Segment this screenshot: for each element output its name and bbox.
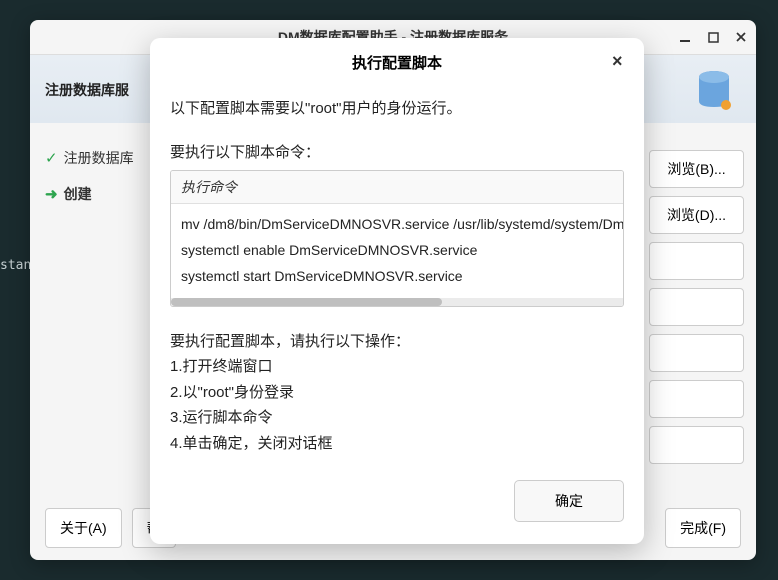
instruction-step: 3.运行脚本命令 <box>170 405 624 431</box>
browse-b-button[interactable]: 浏览(B)... <box>649 150 744 188</box>
close-icon[interactable]: × <box>612 52 630 70</box>
instructions-label: 要执行配置脚本，请执行以下操作： <box>170 329 624 355</box>
input-field[interactable] <box>649 334 744 372</box>
instruction-step: 2.以"root"身份登录 <box>170 380 624 406</box>
execute-script-dialog: 执行配置脚本 × 以下配置脚本需要以"root"用户的身份运行。 要执行以下脚本… <box>150 38 644 544</box>
about-button[interactable]: 关于(A) <box>45 508 122 548</box>
dialog-title: 执行配置脚本 <box>352 52 442 73</box>
terminal-text: stan <box>0 258 31 273</box>
script-label: 要执行以下脚本命令： <box>170 141 624 162</box>
browse-d-button[interactable]: 浏览(D)... <box>649 196 744 234</box>
script-line: systemctl enable DmServiceDMNOSVR.servic… <box>181 238 613 264</box>
instructions: 要执行配置脚本，请执行以下操作： 1.打开终端窗口 2.以"root"身份登录 … <box>170 329 624 457</box>
input-field[interactable] <box>649 380 744 418</box>
wizard-steps: ✓ 注册数据库 ➜ 创建 <box>45 140 155 212</box>
right-panel: 浏览(B)... 浏览(D)... <box>649 150 744 464</box>
script-content[interactable]: mv /dm8/bin/DmServiceDMNOSVR.service /us… <box>171 204 623 298</box>
dialog-body: 以下配置脚本需要以"root"用户的身份运行。 要执行以下脚本命令： 执行命令 … <box>150 87 644 544</box>
instruction-step: 1.打开终端窗口 <box>170 354 624 380</box>
horizontal-scrollbar[interactable] <box>171 298 623 306</box>
banner-title: 注册数据库服 <box>45 82 129 98</box>
arrow-right-icon: ➜ <box>45 185 58 203</box>
minimize-button[interactable] <box>678 30 692 44</box>
maximize-button[interactable] <box>706 30 720 44</box>
script-line: systemctl start DmServiceDMNOSVR.service <box>181 264 613 290</box>
instruction-step: 4.单击确定，关闭对话框 <box>170 431 624 457</box>
ok-button[interactable]: 确定 <box>514 480 624 522</box>
check-icon: ✓ <box>45 149 58 167</box>
window-controls <box>678 20 748 54</box>
close-button[interactable] <box>734 30 748 44</box>
database-icon <box>676 67 736 115</box>
scrollbar-thumb[interactable] <box>171 298 442 306</box>
step-label: 创建 <box>64 184 92 204</box>
script-line: mv /dm8/bin/DmServiceDMNOSVR.service /us… <box>181 212 613 238</box>
intro-text: 以下配置脚本需要以"root"用户的身份运行。 <box>170 97 624 121</box>
step-create: ➜ 创建 <box>45 176 155 212</box>
step-register: ✓ 注册数据库 <box>45 140 155 176</box>
dialog-header: 执行配置脚本 × <box>150 38 644 87</box>
input-field[interactable] <box>649 242 744 280</box>
step-label: 注册数据库 <box>64 148 134 168</box>
script-box: 执行命令 mv /dm8/bin/DmServiceDMNOSVR.servic… <box>170 170 624 307</box>
terminal-background <box>0 0 778 20</box>
dialog-footer: 确定 <box>170 480 624 522</box>
finish-button[interactable]: 完成(F) <box>665 508 741 548</box>
input-field[interactable] <box>649 426 744 464</box>
input-field[interactable] <box>649 288 744 326</box>
script-header: 执行命令 <box>171 171 623 204</box>
